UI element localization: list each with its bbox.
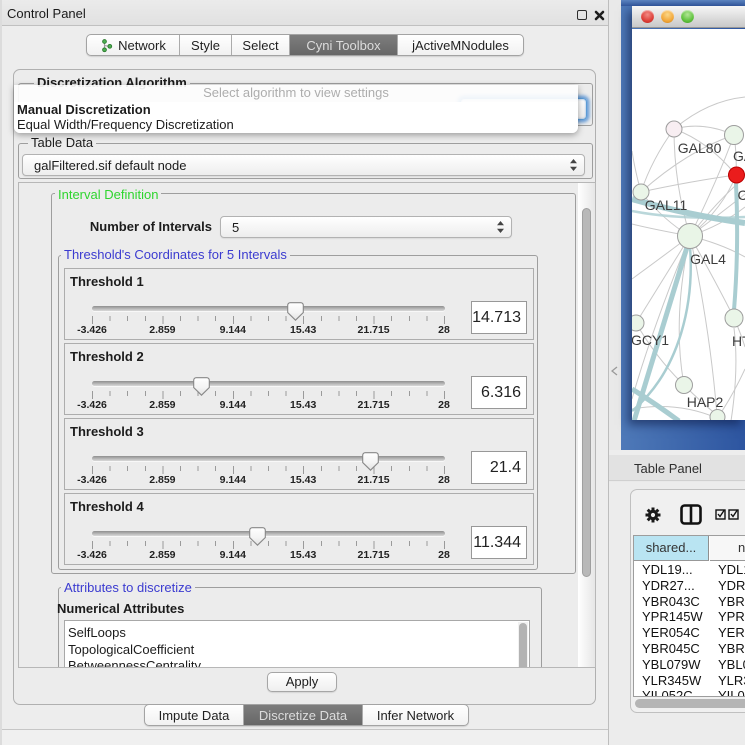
svg-text:GAL5: GAL5 — [733, 148, 745, 164]
svg-text:GAL11: GAL11 — [645, 197, 688, 213]
svg-text:GAL80: GAL80 — [678, 140, 722, 156]
svg-text:HAP2: HAP2 — [687, 394, 724, 410]
svg-text:GCY1: GCY1 — [632, 332, 669, 348]
svg-text:HTR: HTR — [732, 333, 745, 349]
svg-text:CY: CY — [738, 187, 745, 203]
svg-text:GAL4: GAL4 — [690, 251, 726, 267]
